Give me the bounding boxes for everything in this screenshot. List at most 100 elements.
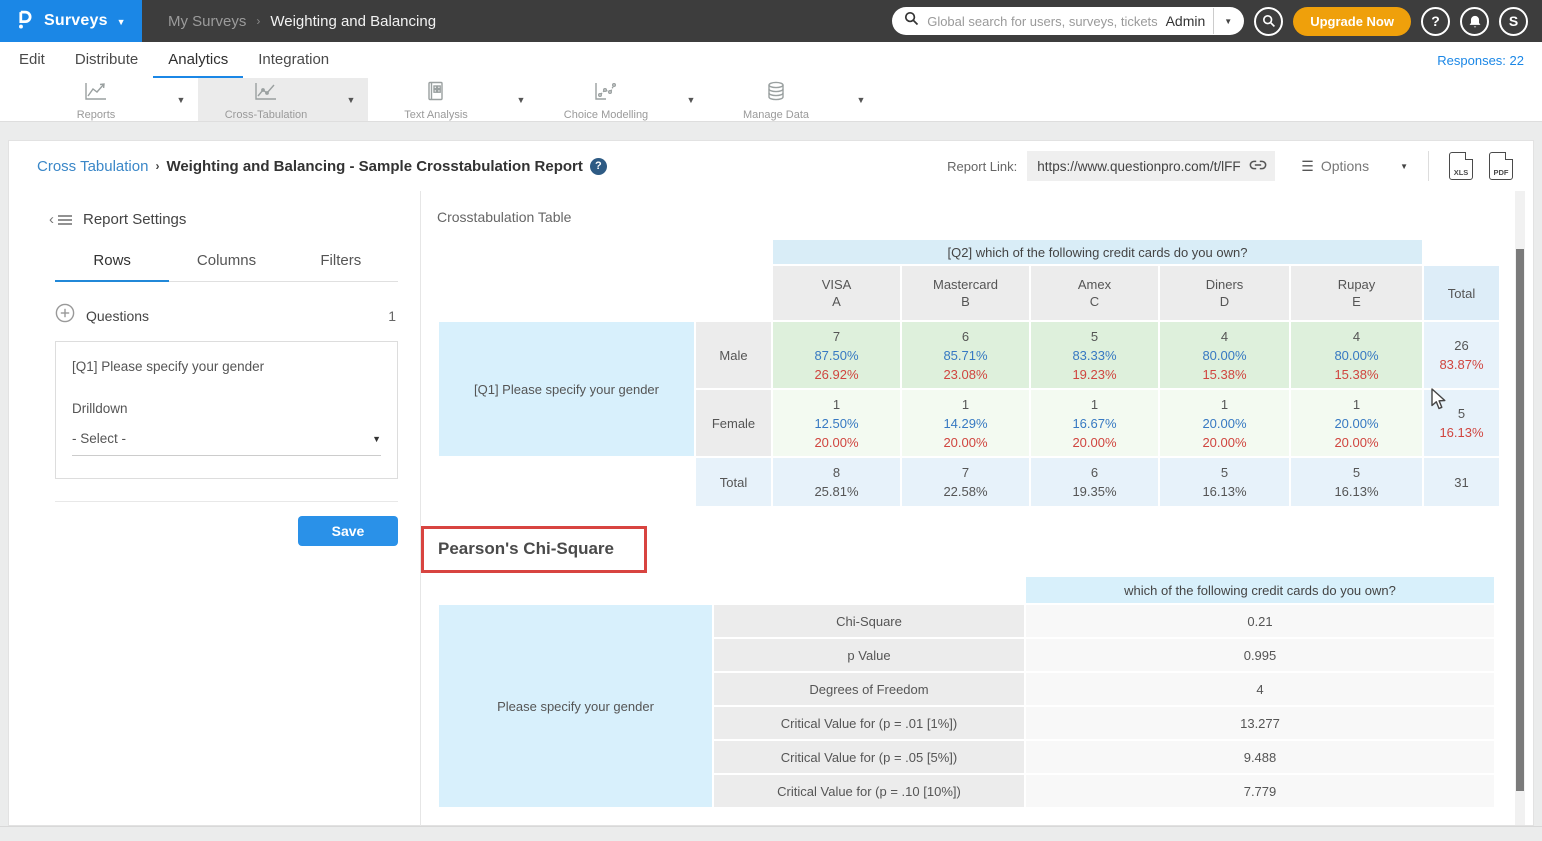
options-button[interactable]: ☰ Options ▼ <box>1301 158 1408 175</box>
column-header-diners: DinersD <box>1160 266 1289 320</box>
chi-metric-value: 7.779 <box>1026 775 1494 807</box>
options-caret-icon: ▼ <box>1400 162 1408 171</box>
cell-total-rupay: 516.13% <box>1291 458 1422 506</box>
toolbar-caret-text-analysis[interactable]: ▼ <box>504 95 538 105</box>
export-pdf-button[interactable]: PDF <box>1489 152 1513 180</box>
toolbar-item-text-analysis[interactable]: Text Analysis <box>368 78 504 121</box>
report-link-url: https://www.questionpro.com/t/lFFCZg <box>1037 159 1241 174</box>
column-header-total: Total <box>1424 266 1499 320</box>
chi-metric-value: 0.21 <box>1026 605 1494 637</box>
report-card: Cross Tabulation › Weighting and Balanci… <box>8 140 1534 826</box>
breadcrumb-separator: › <box>256 14 260 28</box>
footer-strip <box>0 826 1542 841</box>
search-scope-divider <box>1213 8 1214 34</box>
questions-row: Questions 1 <box>55 303 396 328</box>
drilldown-select[interactable]: - Select - ▼ <box>72 431 381 456</box>
responses-count: Responses: 22 <box>1437 42 1542 78</box>
search-scope-caret-icon[interactable]: ▼ <box>1222 13 1234 30</box>
cell-grand-total: 31 <box>1424 458 1499 506</box>
toolbar-caret-manage-data[interactable]: ▼ <box>844 95 878 105</box>
nav-item-distribute[interactable]: Distribute <box>60 42 153 78</box>
top-bar: Surveys ▼ My Surveys › Weighting and Bal… <box>0 0 1542 42</box>
analytics-toolbar: Reports ▼ Cross-Tabulation ▼ Text Analys… <box>0 78 1542 122</box>
report-link-field[interactable]: https://www.questionpro.com/t/lFFCZg <box>1027 151 1275 181</box>
breadcrumb-chevron: › <box>155 159 159 173</box>
report-link-label: Report Link: <box>947 159 1017 174</box>
questionpro-logo-icon <box>13 8 35 35</box>
drilldown-selected-value: - Select - <box>72 431 126 446</box>
row-label-female: Female <box>696 390 771 456</box>
product-switcher[interactable]: Surveys ▼ <box>0 0 142 42</box>
chi-metric-value: 0.995 <box>1026 639 1494 671</box>
crosstab-column-group-header: [Q2] which of the following credit cards… <box>773 240 1422 264</box>
column-header-amex: AmexC <box>1031 266 1158 320</box>
scrollbar-thumb[interactable] <box>1516 249 1524 791</box>
crosstab-chart-icon <box>254 81 278 106</box>
choice-modelling-icon <box>594 81 618 106</box>
toolbar-item-reports[interactable]: Reports <box>28 78 164 121</box>
breadcrumb-my-surveys[interactable]: My Surveys <box>168 13 246 30</box>
global-search-input[interactable] <box>927 14 1157 29</box>
help-button[interactable]: ? <box>1421 7 1450 36</box>
cell-female-visa: 112.50%20.00% <box>773 390 900 456</box>
toolbar-item-cross-tabulation[interactable]: Cross-Tabulation <box>198 78 334 121</box>
drilldown-label: Drilldown <box>72 401 381 416</box>
toolbar-item-manage-data[interactable]: Manage Data <box>708 78 844 121</box>
nav-item-edit[interactable]: Edit <box>4 42 60 78</box>
drilldown-caret-icon: ▼ <box>372 434 381 444</box>
row-label-total: Total <box>696 458 771 506</box>
add-question-icon[interactable] <box>55 303 75 328</box>
user-avatar[interactable]: S <box>1499 7 1528 36</box>
cell-female-amex: 116.67%20.00% <box>1031 390 1158 456</box>
header-divider <box>1428 151 1429 181</box>
toolbar-item-choice-modelling[interactable]: Choice Modelling <box>538 78 674 121</box>
report-help-icon[interactable]: ? <box>590 158 607 175</box>
toolbar-caret-choice-modelling[interactable]: ▼ <box>674 95 708 105</box>
questions-count: 1 <box>388 308 396 324</box>
chi-square-table: which of the following credit cards do y… <box>437 575 1496 809</box>
cell-male-mastercard: 685.71%23.08% <box>902 322 1029 388</box>
nav-item-analytics[interactable]: Analytics <box>153 42 243 78</box>
toolbar-group-choice-modelling: Choice Modelling ▼ <box>538 78 708 121</box>
brand-label: Surveys <box>44 12 108 30</box>
chi-metric-label: p Value <box>714 639 1024 671</box>
tab-columns[interactable]: Columns <box>169 252 283 282</box>
search-button[interactable] <box>1254 7 1283 36</box>
column-header-mastercard: MastercardB <box>902 266 1029 320</box>
toolbar-caret-reports[interactable]: ▼ <box>164 95 198 105</box>
notifications-button[interactable] <box>1460 7 1489 36</box>
scrollbar-track[interactable] <box>1515 191 1525 825</box>
question-card[interactable]: [Q1] Please specify your gender Drilldow… <box>55 341 398 479</box>
upgrade-now-button[interactable]: Upgrade Now <box>1293 7 1411 36</box>
cell-female-mastercard: 114.29%20.00% <box>902 390 1029 456</box>
database-icon <box>766 81 786 106</box>
row-label-male: Male <box>696 322 771 388</box>
cell-male-diners: 480.00%15.38% <box>1160 322 1289 388</box>
tab-rows[interactable]: Rows <box>55 252 169 282</box>
top-breadcrumb: My Surveys › Weighting and Balancing <box>142 0 436 42</box>
cell-female-rupay: 120.00%20.00% <box>1291 390 1422 456</box>
save-button[interactable]: Save <box>298 516 398 546</box>
chi-square-section-title: Pearson's Chi-Square <box>438 539 614 558</box>
report-header: Cross Tabulation › Weighting and Balanci… <box>9 141 1533 191</box>
cell-total-mastercard: 722.58% <box>902 458 1029 506</box>
tab-filters[interactable]: Filters <box>284 252 398 282</box>
settings-tabs: Rows Columns Filters <box>55 252 398 282</box>
breadcrumb-cross-tabulation-link[interactable]: Cross Tabulation <box>37 158 148 175</box>
toolbar-group-cross-tabulation: Cross-Tabulation ▼ <box>198 78 368 121</box>
settings-divider <box>55 501 398 502</box>
search-scope-label[interactable]: Admin <box>1166 13 1206 29</box>
chi-metric-value: 9.488 <box>1026 741 1494 773</box>
list-options-icon: ☰ <box>1301 158 1314 175</box>
app-page: Surveys ▼ My Surveys › Weighting and Bal… <box>0 0 1542 841</box>
toolbar-caret-cross-tabulation[interactable]: ▼ <box>334 95 368 105</box>
question-text: [Q1] Please specify your gender <box>72 359 381 374</box>
nav-item-integration[interactable]: Integration <box>243 42 344 78</box>
collapse-panel-icon[interactable]: ‹ <box>49 212 73 227</box>
search-icon <box>904 11 919 31</box>
cell-total-visa: 825.81% <box>773 458 900 506</box>
copy-link-icon[interactable] <box>1249 158 1267 175</box>
report-settings-panel: ‹ Report Settings Rows Columns Filters Q… <box>9 191 421 827</box>
toolbar-group-text-analysis: Text Analysis ▼ <box>368 78 538 121</box>
export-xls-button[interactable]: XLS <box>1449 152 1473 180</box>
